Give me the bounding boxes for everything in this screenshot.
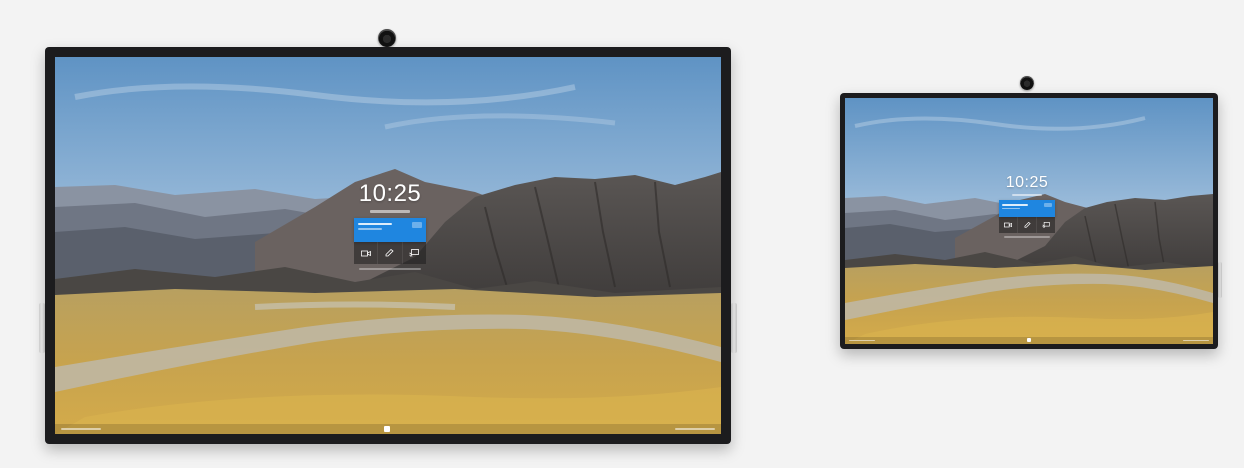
whiteboard-action-tile[interactable] — [378, 242, 403, 264]
status-info-text — [1183, 340, 1209, 341]
lock-screen-actions — [354, 242, 426, 264]
camera-icon — [1004, 222, 1012, 228]
lock-screen-date — [1012, 194, 1042, 196]
camera-action-tile[interactable] — [354, 242, 379, 264]
cast-icon — [1042, 222, 1050, 228]
lock-screen-clock: 10:25 — [1005, 174, 1049, 191]
join-button[interactable] — [1044, 203, 1052, 207]
help-text — [359, 268, 421, 270]
lock-screen-panel: 10:25 — [997, 175, 1057, 238]
room-info-text — [61, 428, 101, 430]
cast-action-tile[interactable] — [1037, 217, 1055, 233]
room-info-text — [849, 340, 875, 341]
bottom-status-bar — [55, 424, 721, 434]
camera-action-tile[interactable] — [999, 217, 1018, 233]
small-display-device: 10:25 — [840, 93, 1218, 349]
lock-screen-date — [370, 210, 410, 213]
product-stage: 10:25 10:25 — [0, 0, 1244, 468]
start-icon[interactable] — [1027, 338, 1031, 342]
whiteboard-icon — [1024, 222, 1031, 228]
help-text — [1004, 236, 1050, 238]
whiteboard-icon — [386, 249, 395, 257]
join-button[interactable] — [412, 222, 422, 228]
lock-screen-clock: 10:25 — [358, 180, 422, 207]
lock-screen-panel: 10:25 — [350, 182, 430, 270]
cast-action-tile[interactable] — [403, 242, 426, 264]
small-display-screen[interactable]: 10:25 — [845, 98, 1213, 344]
whiteboard-action-tile[interactable] — [1018, 217, 1037, 233]
lock-screen-actions — [999, 217, 1055, 233]
right-side-handle — [1218, 262, 1222, 298]
meeting-card[interactable] — [354, 218, 426, 242]
meeting-card[interactable] — [999, 200, 1055, 217]
camera-icon — [1020, 76, 1034, 90]
large-display-device: 10:25 — [45, 47, 731, 444]
camera-icon — [378, 29, 396, 47]
camera-icon — [360, 250, 371, 256]
start-icon[interactable] — [384, 426, 390, 432]
right-side-handle — [731, 303, 737, 353]
status-info-text — [675, 428, 715, 430]
cast-icon — [409, 249, 420, 257]
large-display-screen[interactable]: 10:25 — [55, 57, 721, 434]
bottom-status-bar — [845, 337, 1213, 344]
